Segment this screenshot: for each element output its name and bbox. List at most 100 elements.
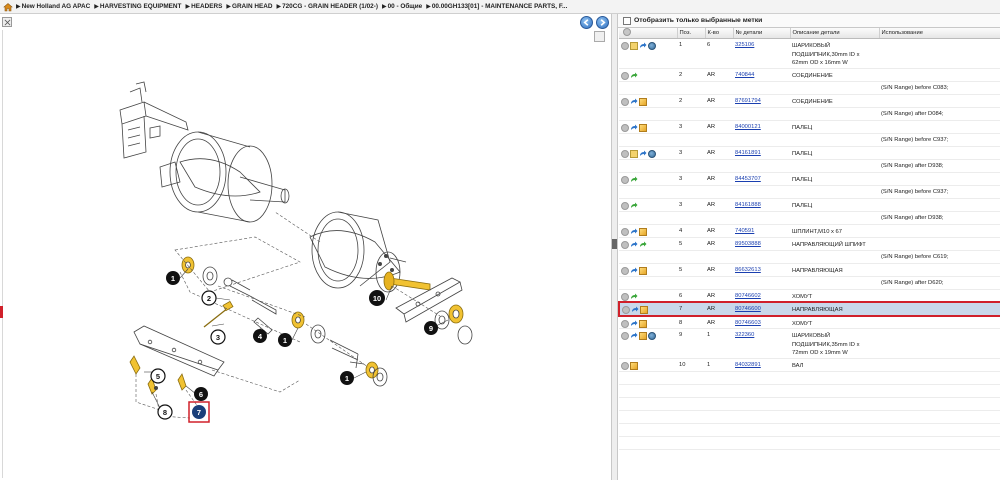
table-row[interactable]: 3 AR 84161891 ПАЛЕЦ: [619, 146, 1000, 160]
replace-arrow-icon[interactable]: [639, 42, 647, 50]
replace-arrow-icon[interactable]: [630, 320, 638, 328]
callout-3[interactable]: 3: [210, 329, 226, 345]
header-description[interactable]: Описание детали: [790, 28, 880, 39]
callout-2[interactable]: 2: [201, 290, 217, 306]
part-number-link[interactable]: 84161888: [735, 202, 761, 208]
callout-5[interactable]: 5: [150, 368, 166, 384]
row-select-icon[interactable]: [621, 319, 629, 328]
part-number-link[interactable]: 740844: [735, 72, 754, 78]
replace-arrow-icon[interactable]: [630, 124, 638, 132]
part-number-link[interactable]: 84000121: [735, 124, 761, 130]
part-number-link[interactable]: 84453707: [735, 176, 761, 182]
globe-icon[interactable]: [648, 149, 656, 158]
show-selected-checkbox[interactable]: [623, 16, 631, 25]
note-icon[interactable]: [630, 42, 638, 50]
header-part-number[interactable]: № детали: [733, 28, 791, 39]
package-icon[interactable]: [639, 123, 647, 132]
part-number-link[interactable]: 87691794: [735, 98, 761, 104]
row-select-icon[interactable]: [621, 175, 629, 184]
replace-arrow-icon[interactable]: [639, 150, 647, 158]
breadcrumb-item[interactable]: 00.00GH133[01] - MAINTENANCE PARTS, F...: [432, 3, 568, 10]
row-select-icon[interactable]: [621, 42, 629, 50]
forward-arrow-icon[interactable]: [630, 72, 638, 80]
expand-icon[interactable]: [2, 17, 12, 27]
part-number-link[interactable]: 84032891: [735, 362, 761, 368]
package-icon[interactable]: [639, 266, 647, 275]
row-select-icon[interactable]: [621, 97, 629, 106]
note-icon[interactable]: [630, 149, 638, 158]
table-row[interactable]: 5 AR 86632613 НАПРАВЛЯЮЩАЯ: [619, 263, 1000, 277]
package-icon[interactable]: [639, 332, 647, 340]
home-icon[interactable]: [3, 2, 13, 12]
row-select-icon[interactable]: [622, 306, 630, 314]
row-select-icon[interactable]: [621, 149, 629, 158]
part-number-link[interactable]: 86632613: [735, 267, 761, 273]
table-row-selected[interactable]: 7 AR 80746600 НАПРАВЛЯЮЩАЯ: [618, 301, 1000, 317]
row-select-icon[interactable]: [621, 240, 629, 249]
row-select-icon[interactable]: [621, 201, 629, 210]
header-qty[interactable]: К-во: [705, 28, 734, 39]
breadcrumb-item[interactable]: GRAIN HEAD: [232, 3, 272, 10]
package-icon[interactable]: [639, 97, 647, 106]
callout-1a[interactable]: 1: [166, 271, 180, 285]
forward-arrow-icon[interactable]: [639, 241, 647, 249]
callout-9[interactable]: 9: [424, 321, 438, 335]
breadcrumb-item[interactable]: HEADERS: [191, 3, 222, 10]
part-number-link[interactable]: 84161891: [735, 150, 761, 156]
callout-6[interactable]: 6: [194, 387, 208, 401]
replace-arrow-icon[interactable]: [630, 241, 638, 249]
select-all-icon[interactable]: [623, 28, 631, 36]
callout-8[interactable]: 8: [157, 404, 173, 420]
collapse-arrow-icon[interactable]: [612, 239, 617, 249]
globe-icon[interactable]: [648, 42, 656, 50]
forward-arrow-icon[interactable]: [630, 202, 638, 210]
part-number-link[interactable]: 322360: [735, 332, 754, 338]
table-row[interactable]: 2 AR 740844 СОЕДИНЕНИЕ: [619, 68, 1000, 82]
forward-arrow-icon[interactable]: [630, 293, 638, 301]
row-select-icon[interactable]: [621, 292, 629, 301]
next-page-icon[interactable]: [596, 16, 609, 29]
globe-icon[interactable]: [648, 332, 656, 340]
package-icon[interactable]: [639, 319, 647, 328]
table-row[interactable]: 3 AR 84161888 ПАЛЕЦ: [619, 198, 1000, 212]
table-row[interactable]: 1 6 325106 ШАРИКОВЫЙ ПОДШИПНИК,30mm ID x 62…: [619, 38, 1000, 69]
callout-1c[interactable]: 1: [340, 371, 354, 385]
row-select-icon[interactable]: [621, 227, 629, 236]
table-row[interactable]: 8 AR 80746603 ХОМУТ: [619, 315, 1000, 329]
callout-7[interactable]: 7: [188, 401, 210, 423]
table-row[interactable]: 2 AR 87691794 СОЕДИНЕНИЕ: [619, 94, 1000, 108]
package-icon[interactable]: [640, 306, 648, 314]
prev-page-icon[interactable]: [580, 16, 593, 29]
table-row[interactable]: 3 AR 84000121 ПАЛЕЦ: [619, 120, 1000, 134]
package-icon[interactable]: [639, 227, 647, 236]
breadcrumb-item[interactable]: HARVESTING EQUIPMENT: [100, 3, 182, 10]
table-row[interactable]: 5 AR 89503888 НАПРАВЛЯЮЩИЙ ШПИФТ: [619, 237, 1000, 251]
table-row[interactable]: 9 1 322360 ШАРИКОВЫЙ ПОДШИПНИК,35mm ID x 72…: [619, 328, 1000, 359]
row-select-icon[interactable]: [621, 361, 629, 370]
callout-4[interactable]: 4: [253, 329, 267, 343]
part-number-link[interactable]: 89503888: [735, 241, 761, 247]
table-row[interactable]: 6 AR 80746602 ХОМУТ: [619, 289, 1000, 303]
breadcrumb-item[interactable]: New Holland AG APAC: [22, 3, 91, 10]
row-select-icon[interactable]: [621, 332, 629, 340]
header-pos[interactable]: Поз.: [677, 28, 706, 39]
part-number-link[interactable]: 80746603: [735, 320, 761, 326]
row-select-icon[interactable]: [621, 266, 629, 275]
package-icon[interactable]: [630, 361, 638, 370]
replace-arrow-icon[interactable]: [630, 98, 638, 106]
breadcrumb-item[interactable]: 00 - Общие: [388, 3, 423, 10]
breadcrumb-item[interactable]: 720CG - GRAIN HEADER (1/02-): [282, 3, 378, 10]
forward-arrow-icon[interactable]: [630, 176, 638, 184]
header-usage[interactable]: Использование: [879, 28, 1000, 39]
callout-1b[interactable]: 1: [278, 333, 292, 347]
replace-arrow-icon[interactable]: [630, 267, 638, 275]
part-number-link[interactable]: 80746602: [735, 293, 761, 299]
replace-arrow-icon[interactable]: [630, 228, 638, 236]
table-row[interactable]: 3 AR 84453707 ПАЛЕЦ: [619, 172, 1000, 186]
row-select-icon[interactable]: [621, 123, 629, 132]
table-row[interactable]: 10 1 84032891 ВАЛ: [619, 358, 1000, 372]
replace-arrow-icon[interactable]: [630, 332, 638, 340]
table-row[interactable]: 4 AR 740591 ШПЛИНТ,M10 x 67: [619, 224, 1000, 238]
part-number-link[interactable]: 80746600: [735, 306, 761, 312]
part-number-link[interactable]: 325106: [735, 42, 754, 48]
